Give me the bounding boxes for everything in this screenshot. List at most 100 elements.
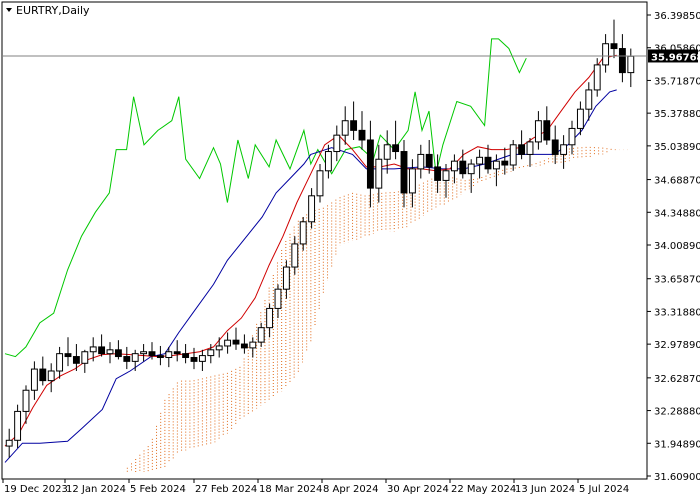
date-tick-label: 5 Jul 2024 (579, 484, 629, 495)
candle-body (492, 160, 500, 170)
candle-body (156, 355, 164, 359)
plot-border (1, 1, 648, 480)
candle-body (618, 48, 626, 74)
candle-body (576, 108, 584, 129)
candle-body (182, 353, 190, 359)
candle-body (224, 339, 232, 347)
candle-body (316, 170, 324, 197)
candle-body (215, 345, 223, 351)
candle-body (408, 168, 416, 194)
candle-body (610, 43, 618, 50)
candle-body (602, 43, 610, 66)
date-tick-label: 8 Apr 2024 (323, 484, 378, 495)
candle-body (400, 151, 408, 194)
candle-body (543, 120, 551, 141)
candle-body (72, 356, 80, 364)
candle-body (207, 349, 215, 357)
price-tick-label: 36.39850 (654, 11, 700, 22)
candle-body (249, 341, 257, 349)
candle-body (165, 351, 173, 359)
date-tick-label: 27 Feb 2024 (195, 484, 257, 495)
candle-body (501, 160, 509, 166)
candle-body (131, 353, 139, 362)
candle-body (358, 129, 366, 141)
dropdown-triangle-icon[interactable] (6, 8, 12, 12)
price-tick-label: 34.00890 (654, 241, 700, 252)
candle-body (366, 139, 374, 189)
price-axis: 36.3985036.0586035.7187035.3788035.03890… (647, 11, 700, 483)
candle-body (240, 343, 248, 349)
candle-body (627, 55, 635, 74)
candle-body (509, 144, 517, 166)
candle-body (123, 356, 131, 362)
price-tick-label: 35.71870 (654, 76, 700, 87)
candle-body (593, 64, 601, 91)
candle-body (434, 166, 442, 181)
price-tick-label: 32.97890 (654, 340, 700, 351)
candle-body (190, 357, 198, 362)
candle-body (64, 353, 72, 358)
price-tick-label: 31.60900 (654, 472, 700, 483)
candle-body (98, 346, 106, 355)
candle-body (198, 355, 206, 362)
date-tick-label: 13 Jun 2024 (515, 484, 575, 495)
candle-body (81, 351, 89, 364)
candle-body (450, 160, 458, 172)
candle-body (148, 351, 156, 357)
current-price-label: 35.96768 (651, 52, 700, 63)
candle-body (274, 288, 282, 309)
candle-body (459, 160, 467, 175)
price-tick-label: 31.94890 (654, 439, 700, 450)
price-tick-label: 32.62870 (654, 374, 700, 385)
candle-body (22, 389, 30, 412)
candle-body (350, 120, 358, 131)
candle-body (14, 410, 22, 441)
date-tick-label: 5 Feb 2024 (130, 484, 186, 495)
date-tick-label: 18 Mar 2024 (259, 484, 322, 495)
price-tick-label: 34.34880 (654, 208, 700, 219)
candle-body (568, 127, 576, 146)
candle-body (56, 353, 64, 372)
candle-body (526, 141, 534, 155)
price-tick-label: 33.65870 (654, 275, 700, 286)
candle-body (299, 221, 307, 245)
date-tick-label: 30 Apr 2024 (387, 484, 449, 495)
candle-body (442, 170, 450, 181)
candle-body (341, 120, 349, 136)
candle-body (585, 89, 593, 110)
candle-body (392, 144, 400, 153)
candle-body (476, 156, 484, 165)
candle-body (484, 156, 492, 170)
candle-body (308, 195, 316, 223)
candle-body (534, 120, 542, 143)
candle-body (89, 346, 97, 353)
price-tick-label: 35.37880 (654, 109, 700, 120)
candle-body (232, 339, 240, 345)
candle-body (291, 243, 299, 268)
date-tick-label: 22 May 2024 (451, 484, 516, 495)
price-tick-label: 32.28880 (654, 407, 700, 418)
ichimoku-cloud (126, 146, 616, 473)
price-tick-label: 35.03890 (654, 142, 700, 153)
date-axis: 19 Dec 202312 Jan 2024 5 Feb 2024 27 Feb 2… (2, 479, 629, 495)
price-tick-label: 34.68870 (654, 176, 700, 187)
candle-body (140, 351, 148, 355)
ichimoku-chart: 36.3985036.0586035.7187035.3788035.03890… (1, 1, 700, 495)
candle-body (114, 349, 122, 358)
candle-body (257, 327, 265, 343)
candle-body (560, 144, 568, 155)
candle-body (5, 439, 13, 447)
candle-body (266, 307, 274, 329)
candle-body (417, 153, 425, 170)
candle-body (173, 351, 181, 355)
symbol-title[interactable]: EURTRY,Daily (6, 4, 90, 17)
candle-body (383, 144, 391, 160)
candle-body (518, 144, 526, 155)
price-candles (5, 19, 635, 458)
candle-body (30, 368, 38, 391)
candle-body (551, 139, 559, 155)
candle-body (39, 368, 47, 382)
candle-body (47, 370, 55, 382)
date-tick-label: 19 Dec 2023 (4, 484, 68, 495)
candle-body (282, 266, 290, 290)
